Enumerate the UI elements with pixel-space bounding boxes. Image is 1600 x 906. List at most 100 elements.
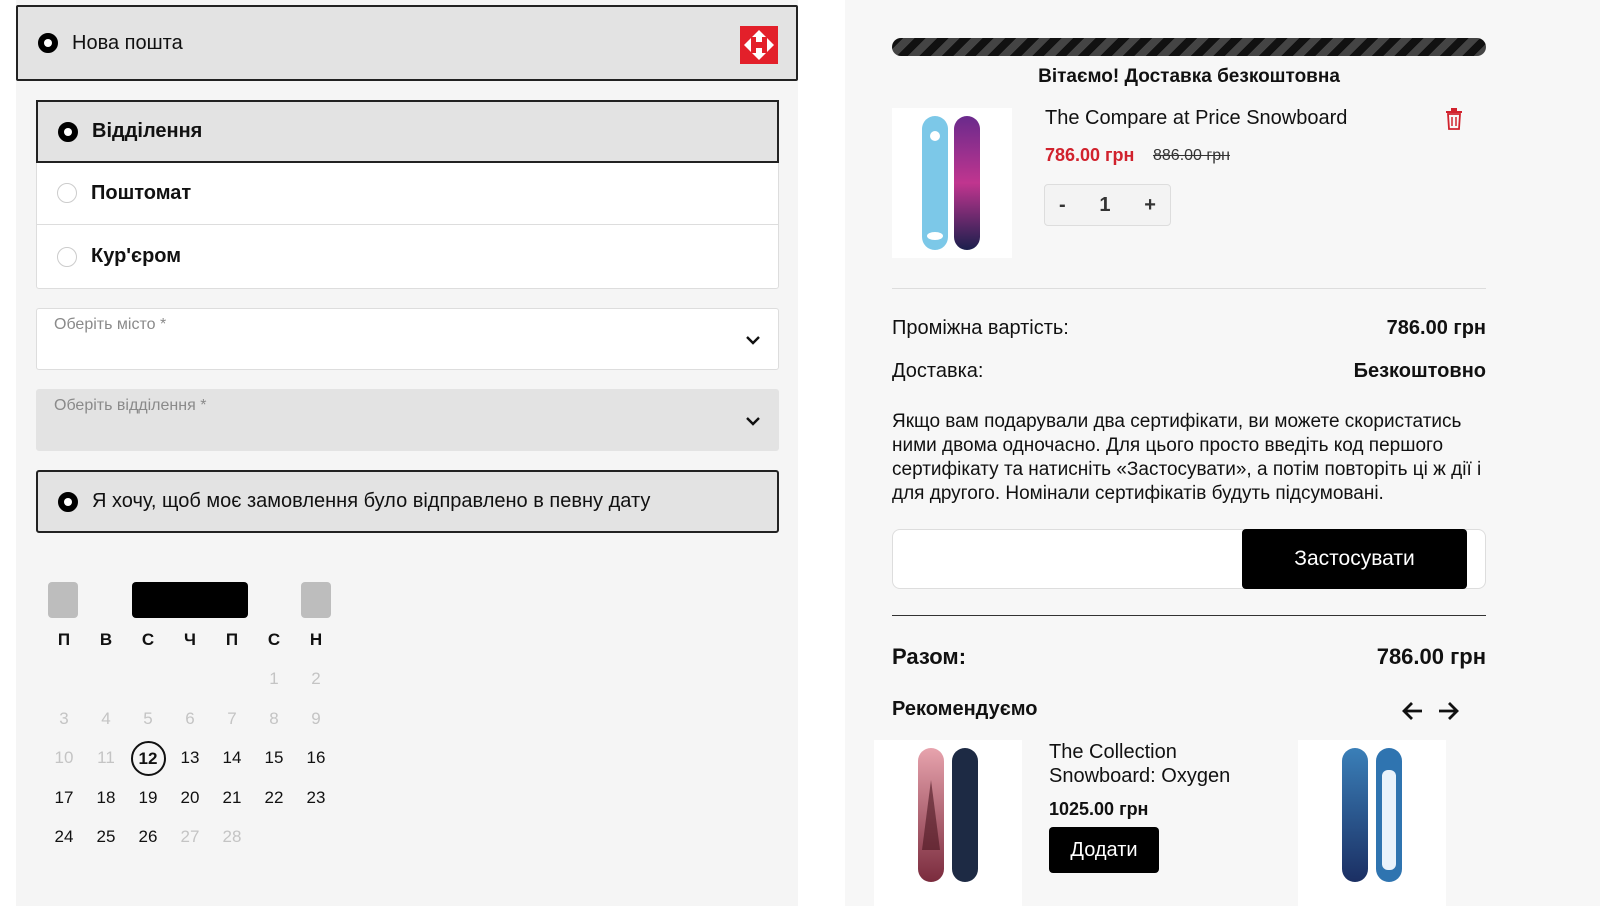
method-label: Відділення	[92, 120, 203, 142]
calendar-day: 9	[311, 708, 321, 728]
total-value: 786.00 грн	[1376, 644, 1486, 669]
cart-item-price: 786.00 грн	[1045, 145, 1135, 165]
calendar-week-row: 10 11 12 13 14 15 16	[43, 739, 343, 779]
calendar-prev-button[interactable]	[48, 582, 78, 618]
weekday-label: П	[57, 629, 71, 649]
quantity-plus-button[interactable]: +	[1144, 194, 1156, 217]
delivery-method-list: Відділення Поштомат Кур'єром	[36, 100, 779, 289]
weekday-label: П	[225, 629, 239, 649]
weekday-label: Ч	[184, 629, 196, 649]
date-option-label: Я хочу, щоб моє замовлення було відправл…	[92, 490, 651, 512]
calendar-day[interactable]: 13	[169, 748, 211, 768]
total-row: Разом: 786.00 грн	[892, 644, 1486, 670]
calendar-day: 27	[180, 827, 200, 847]
weekday-label: С	[267, 629, 281, 649]
calendar-day: 8	[269, 708, 279, 728]
divider	[892, 288, 1486, 289]
arrow-left-icon[interactable]	[1400, 700, 1424, 722]
calendar-day: 1	[269, 669, 279, 689]
date-option-radio[interactable]	[58, 491, 78, 512]
carrier-label: Нова пошта	[72, 31, 183, 54]
method-label: Поштомат	[91, 181, 192, 204]
recommended-title: Рекомендуємо	[892, 698, 1038, 720]
calendar-day[interactable]: 25	[85, 827, 127, 847]
calendar-day: 3	[59, 708, 69, 728]
calendar-day: 2	[311, 669, 321, 689]
recommended-item-image[interactable]	[1298, 740, 1446, 906]
delivery-panel: Нова пошта Відділення Поштомат Кур'єром …	[16, 0, 798, 906]
calendar-day[interactable]: 21	[211, 788, 253, 808]
calendar-day: 11	[97, 748, 115, 768]
city-select-placeholder: Оберіть місто *	[54, 316, 167, 333]
method-radio[interactable]	[57, 246, 77, 267]
calendar-day[interactable]: 24	[43, 827, 85, 847]
arrow-right-icon[interactable]	[1437, 700, 1461, 722]
cart-item-old-price: 886.00 грн	[1153, 147, 1230, 164]
calendar-day[interactable]: 17	[43, 788, 85, 808]
calendar-day: 4	[101, 708, 111, 728]
recommended-item-name[interactable]: The Collection Snowboard: Oxygen	[1049, 740, 1269, 788]
recommended-add-button[interactable]: Додати	[1049, 827, 1159, 873]
specific-date-option[interactable]: Я хочу, щоб моє замовлення було відправл…	[36, 470, 779, 533]
method-label: Кур'єром	[91, 245, 182, 267]
calendar-day: 10	[54, 748, 74, 768]
calendar-day[interactable]: 18	[85, 788, 127, 808]
calendar-week-row: 17 18 19 20 21 22 23	[43, 778, 343, 818]
calendar-next-button[interactable]	[301, 582, 331, 618]
chevron-down-icon	[746, 336, 760, 345]
trash-icon[interactable]	[1445, 108, 1463, 130]
nova-poshta-logo-icon	[740, 26, 778, 64]
calendar-week-row: 12	[43, 660, 343, 700]
total-label: Разом:	[892, 644, 967, 669]
free-shipping-message: Вітаємо! Доставка безкоштовна	[1038, 66, 1340, 87]
cart-item-image	[892, 108, 1012, 258]
subtotal-value: 786.00 грн	[1386, 317, 1486, 339]
method-courier[interactable]: Кур'єром	[37, 225, 778, 288]
quantity-minus-button[interactable]: -	[1059, 194, 1066, 217]
shipping-value: Безкоштовно	[1353, 360, 1486, 382]
method-radio[interactable]	[57, 183, 77, 203]
method-parcel-locker[interactable]: Поштомат	[37, 162, 778, 225]
weekday-label: С	[141, 629, 155, 649]
quantity-stepper: - 1 +	[1044, 184, 1171, 226]
branch-select-placeholder: Оберіть відділення *	[54, 397, 207, 414]
calendar-weekday-row: П В С Ч П С Н	[43, 620, 343, 660]
calendar-day[interactable]: 26	[127, 827, 169, 847]
calendar-day: 28	[222, 827, 242, 847]
method-branch[interactable]: Відділення	[36, 100, 779, 163]
quantity-value[interactable]: 1	[1099, 194, 1110, 217]
free-shipping-progress-bar	[892, 38, 1486, 56]
calendar-day-today[interactable]: 12	[127, 740, 169, 776]
chevron-down-icon	[746, 417, 760, 426]
shipping-row: Доставка: Безкоштовно	[892, 360, 1486, 383]
calendar-day[interactable]: 19	[127, 788, 169, 808]
carrier-radio[interactable]	[38, 33, 58, 53]
weekday-label: В	[99, 629, 113, 649]
calendar-day[interactable]: 15	[253, 748, 295, 768]
recommended-item-image[interactable]	[874, 740, 1022, 906]
shipping-label: Доставка:	[892, 360, 984, 382]
apply-certificate-button[interactable]: Застосувати	[1242, 529, 1467, 589]
cart-item-title[interactable]: The Compare at Price Snowboard	[1045, 107, 1347, 130]
subtotal-row: Проміжна вартість: 786.00 грн	[892, 317, 1486, 340]
carrier-nova-poshta[interactable]: Нова пошта	[16, 5, 798, 81]
subtotal-label: Проміжна вартість:	[892, 317, 1069, 339]
calendar-day: 7	[227, 708, 237, 728]
calendar-grid: П В С Ч П С Н 1 2 3 4 5 6 7 8 9 10 11 12 13 14 15 16 17 1…	[43, 620, 343, 857]
calendar-day[interactable]: 23	[295, 788, 337, 808]
weekday-label: Н	[309, 629, 323, 649]
calendar-day[interactable]: 20	[169, 788, 211, 808]
calendar-month-title	[132, 582, 248, 618]
branch-select[interactable]: Оберіть відділення *	[36, 389, 779, 451]
divider	[892, 615, 1486, 616]
method-radio[interactable]	[58, 121, 78, 142]
calendar-day[interactable]: 14	[211, 748, 253, 768]
city-select[interactable]: Оберіть місто *	[36, 308, 779, 370]
certificate-info-text: Якщо вам подарували два сертифікати, ви …	[892, 411, 1482, 504]
calendar-week-row: 3 4 5 6 7 8 9	[43, 699, 343, 739]
recommended-item-price: 1025.00 грн	[1049, 799, 1149, 819]
calendar-day[interactable]: 22	[253, 788, 295, 808]
calendar-day[interactable]: 16	[295, 748, 337, 768]
calendar-day: 5	[143, 708, 153, 728]
calendar-day: 6	[185, 708, 195, 728]
